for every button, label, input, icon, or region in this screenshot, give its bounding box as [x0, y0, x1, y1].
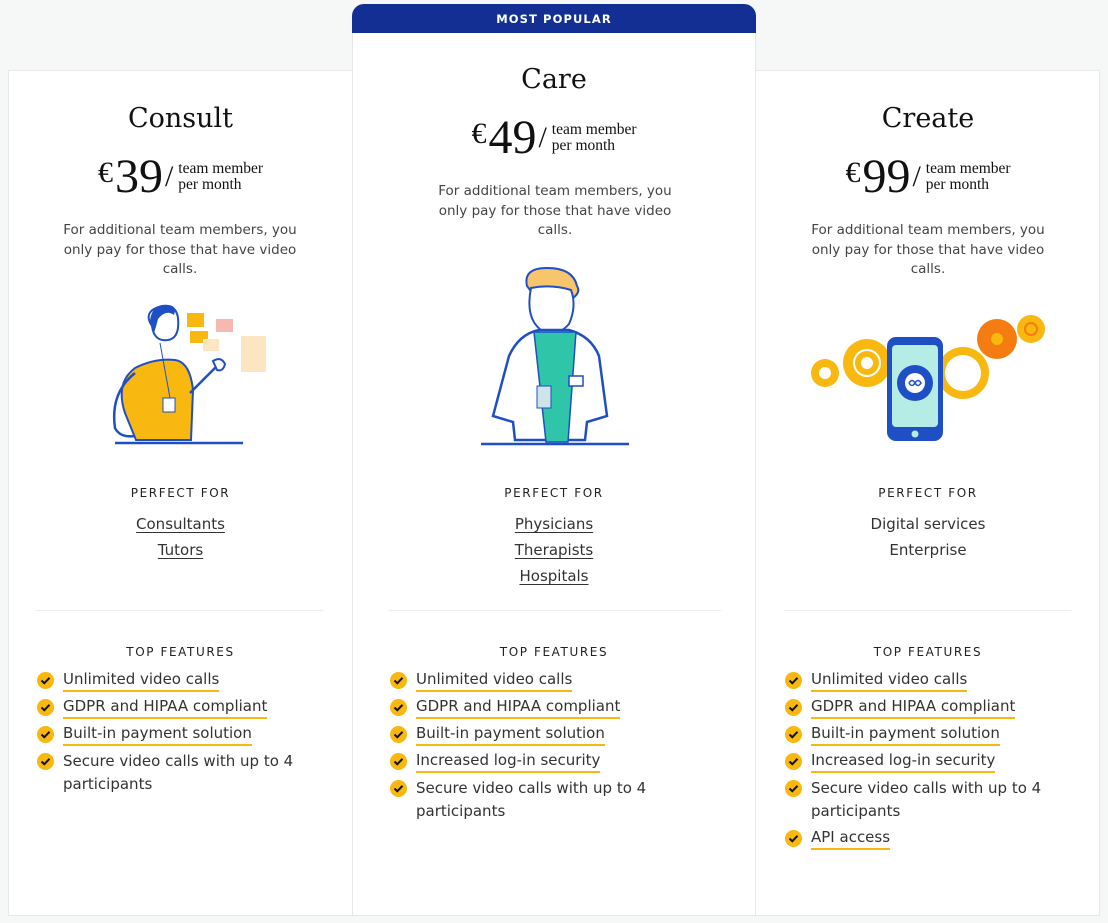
feature-item: GDPR and HIPAA compliant: [390, 696, 656, 719]
check-icon: [785, 780, 802, 797]
check-icon: [390, 726, 407, 743]
plan-name: Create: [881, 103, 975, 134]
perfect-for-link-consultants[interactable]: Consultants: [9, 511, 352, 537]
perfect-for-link-hospitals[interactable]: Hospitals: [353, 563, 755, 589]
plan-description: For additional team members, you only pa…: [438, 183, 672, 238]
check-icon: [37, 699, 54, 716]
check-icon: [390, 672, 407, 689]
feature-item: GDPR and HIPAA compliant: [785, 696, 1051, 719]
perfect-for-link-therapists[interactable]: Therapists: [353, 537, 755, 563]
most-popular-banner: MOST POPULAR: [352, 4, 756, 33]
feature-text: Secure video calls with up to 4 particip…: [416, 779, 647, 820]
feature-link[interactable]: Increased log-in security: [416, 750, 601, 773]
check-icon: [785, 753, 802, 770]
check-icon: [37, 753, 54, 770]
plan-card-create: Create € 99 / team member per month For a…: [757, 71, 1099, 915]
price: € 99 / team member per month: [845, 150, 1011, 203]
top-features-label: TOP FEATURES: [499, 645, 609, 659]
features-list: Unlimited video calls GDPR and HIPAA com…: [390, 669, 656, 830]
check-icon: [785, 830, 802, 847]
feature-link[interactable]: Unlimited video calls: [63, 669, 220, 692]
top-features-label: TOP FEATURES: [126, 645, 235, 659]
price-unit: team member per month: [551, 121, 637, 154]
plan-name: Consult: [127, 103, 234, 134]
perfect-for-list: Consultants Tutors: [9, 511, 352, 563]
feature-item: Unlimited video calls: [785, 669, 1051, 692]
currency-symbol: €: [845, 156, 861, 189]
perfect-for-link-tutors[interactable]: Tutors: [9, 537, 352, 563]
feature-link[interactable]: GDPR and HIPAA compliant: [811, 696, 1016, 719]
perfect-for-item: Digital services: [870, 515, 986, 533]
check-icon: [390, 699, 407, 716]
price-amount: 49: [488, 111, 537, 164]
currency-symbol: €: [97, 156, 113, 189]
price-amount: 99: [862, 150, 911, 203]
perfect-for-label: PERFECT FOR: [504, 486, 604, 500]
phone-with-gears-illustration: [811, 315, 1045, 441]
price-unit: team member per month: [178, 160, 264, 193]
check-icon: [37, 672, 54, 689]
check-icon: [785, 699, 802, 716]
perfect-for-label: PERFECT FOR: [130, 486, 231, 500]
perfect-for-link-physicians[interactable]: Physicians: [353, 511, 755, 537]
features-list: Unlimited video calls GDPR and HIPAA com…: [37, 669, 303, 803]
feature-item: GDPR and HIPAA compliant: [37, 696, 303, 719]
perfect-for-list: Physicians Therapists Hospitals: [353, 511, 755, 589]
feature-link[interactable]: Unlimited video calls: [811, 669, 968, 692]
price: € 49 / team member per month: [471, 111, 637, 164]
feature-item: Secure video calls with up to 4 particip…: [37, 752, 303, 796]
check-icon: [785, 726, 802, 743]
perfect-for-list: Digital services Enterprise: [757, 511, 1099, 563]
feature-item: Increased log-in security: [785, 750, 1051, 773]
perfect-for-label: PERFECT FOR: [878, 486, 978, 500]
feature-link[interactable]: API access: [811, 827, 891, 850]
feature-item: Built-in payment solution: [785, 723, 1051, 746]
feature-item: Unlimited video calls: [390, 669, 656, 692]
price: € 39 / team member per month: [97, 150, 264, 203]
feature-link[interactable]: Unlimited video calls: [416, 669, 573, 692]
price-amount: 39: [114, 150, 163, 203]
feature-link[interactable]: Built-in payment solution: [416, 723, 605, 746]
feature-link[interactable]: GDPR and HIPAA compliant: [416, 696, 621, 719]
check-icon: [390, 780, 407, 797]
top-features-label: TOP FEATURES: [873, 645, 983, 659]
feature-text: Secure video calls with up to 4 particip…: [811, 779, 1042, 820]
feature-item: Secure video calls with up to 4 particip…: [390, 779, 656, 823]
features-list: Unlimited video calls GDPR and HIPAA com…: [785, 669, 1051, 857]
feature-item: Built-in payment solution: [37, 723, 303, 746]
feature-link[interactable]: GDPR and HIPAA compliant: [63, 696, 268, 719]
divider: [784, 610, 1071, 611]
plan-description: For additional team members, you only pa…: [63, 222, 297, 277]
currency-symbol: €: [471, 117, 487, 150]
doctor-illustration: [481, 266, 629, 446]
feature-item: Increased log-in security: [390, 750, 656, 773]
price-unit: team member per month: [925, 160, 1011, 193]
plan-name: Care: [521, 64, 587, 95]
woman-with-sticky-notes-illustration: [113, 304, 266, 445]
feature-item: API access: [785, 827, 1051, 850]
check-icon: [390, 753, 407, 770]
plan-card-care: MOST POPULAR Care € 49 / team member per …: [352, 4, 756, 916]
check-icon: [785, 672, 802, 689]
feature-text: Secure video calls with up to 4 particip…: [63, 752, 294, 793]
plan-description: For additional team members, you only pa…: [811, 222, 1045, 277]
feature-item: Secure video calls with up to 4 particip…: [785, 779, 1051, 823]
perfect-for-item: Enterprise: [889, 541, 967, 559]
check-icon: [37, 726, 54, 743]
divider: [36, 610, 323, 611]
feature-item: Unlimited video calls: [37, 669, 303, 692]
divider: [389, 610, 721, 611]
feature-item: Built-in payment solution: [390, 723, 656, 746]
plan-card-consult: Consult € 39 / team member per month For …: [9, 71, 352, 915]
feature-link[interactable]: Built-in payment solution: [811, 723, 1000, 746]
feature-link[interactable]: Built-in payment solution: [63, 723, 252, 746]
feature-link[interactable]: Increased log-in security: [811, 750, 996, 773]
